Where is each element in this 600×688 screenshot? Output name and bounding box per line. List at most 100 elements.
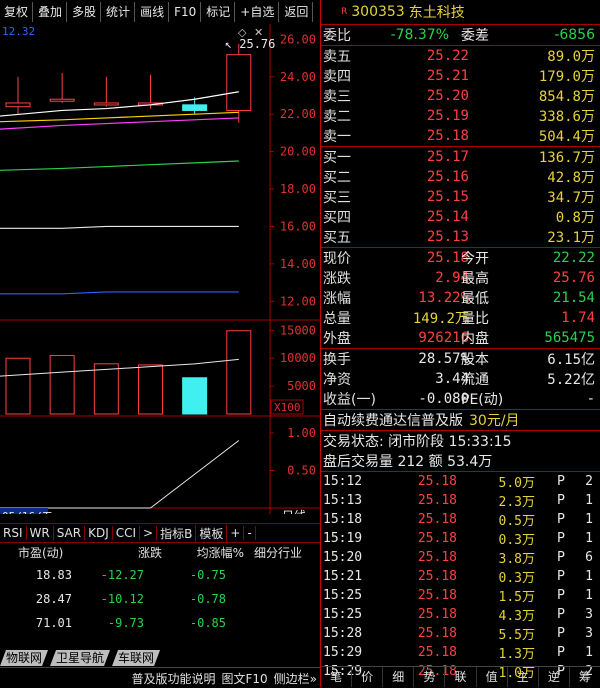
stat-label: 今开 [461, 251, 489, 267]
book-volume: 34.7万 [547, 190, 595, 206]
stat-label: PE(动) [461, 392, 504, 408]
indicator-tab[interactable]: WR [27, 526, 54, 540]
tick-count: 1 [585, 512, 593, 527]
book-volume: 89.0万 [547, 49, 595, 65]
kline-chart-area[interactable]: 12.32 ◇ ✕ 26.00 24.00 22.00 20.00 18.00 16.00 14.… [0, 24, 320, 523]
date-label: 05/16/五 [2, 510, 53, 514]
kline-chart[interactable]: 12.32 ◇ ✕ 26.0024.0022.0020.0018.0016.0014.… [0, 24, 320, 523]
stat-value: 6.15亿 [547, 352, 595, 368]
stat-label: 股本 [461, 352, 489, 368]
status-item[interactable]: 图文F10 [218, 670, 270, 687]
indicator-tab[interactable]: 指标B [157, 524, 197, 542]
toolbar-button[interactable]: 多股 [68, 2, 102, 22]
promo-row[interactable]: 自动续费通达信普及版 30元/月 [321, 409, 600, 430]
tick-count: 1 [585, 531, 593, 546]
volume-axis-label: 10000 [280, 351, 316, 365]
stat-label: 涨幅 [323, 291, 351, 307]
sector-tab[interactable]: 车联网 [112, 650, 160, 666]
change-value: -9.73 [107, 616, 144, 630]
period-label: 日线 [282, 509, 306, 514]
header-avg-change[interactable]: 均涨幅% [162, 544, 244, 561]
toolbar-button[interactable]: 叠加 [34, 2, 68, 22]
tick-row: 15:12 25.18 5.0万 P 2 [321, 472, 600, 491]
stock-list: 市盈(动) 涨跌 均涨幅% 细分行业 18.83 -12.27 -0.75 28.47… [0, 541, 320, 635]
tick-row: 15:19 25.18 0.3万 P 1 [321, 529, 600, 548]
indicator-tab[interactable]: KDJ [85, 526, 113, 540]
promo-price[interactable]: 30元/月 [469, 410, 520, 430]
indicator-tab[interactable]: > [140, 526, 158, 540]
right-nav-tab[interactable]: 价 [352, 667, 384, 687]
stock-code: 300353 [351, 4, 405, 20]
tick-count: 2 [585, 474, 593, 489]
toolbar-button[interactable]: 复权 [0, 2, 34, 22]
toolbar-button[interactable]: 标记 [202, 2, 236, 22]
promo-text[interactable]: 自动续费通达信普及版 [321, 410, 463, 430]
status-item[interactable]: 普及版功能说明 [128, 670, 218, 687]
ma-line [0, 291, 239, 295]
stock-name: 东土科技 [408, 5, 465, 21]
table-row[interactable]: 18.83 -12.27 -0.75 [0, 563, 320, 587]
stat-value: 3.44 [435, 371, 469, 387]
change-value: -12.27 [100, 568, 144, 582]
right-nav-tab[interactable]: 筹 [570, 667, 600, 687]
indicator-tab[interactable]: RSI [0, 526, 27, 540]
stat-value: 926216 [418, 330, 469, 346]
tick-list: 15:12 25.18 5.0万 P 2 15:13 25.18 2.3万 P 1 15:18 25.… [321, 471, 600, 681]
tick-volume: 2.3万 [498, 495, 535, 510]
toolbar-button[interactable]: 返回 [280, 2, 314, 22]
book-price: 25.21 [426, 68, 469, 84]
right-nav-tab[interactable]: 细 [383, 667, 415, 687]
toolbar-button[interactable]: 画线 [136, 2, 170, 22]
fundamental-stats: 换手 28.57% 股本 6.15亿 净资 3.44 流通 5.22亿 收益(一) -0.080 P… [321, 348, 600, 409]
ma-line [0, 91, 239, 117]
chart-toolbar: 复权 叠加 多股 统计 画线 F10 标记 +自选 返回 [0, 0, 320, 24]
indicator-line [150, 440, 240, 509]
toolbar-button[interactable]: 统计 [102, 2, 136, 22]
tick-price: 25.18 [417, 588, 457, 603]
right-nav-tab[interactable]: 势 [414, 667, 446, 687]
book-price: 25.22 [426, 48, 469, 64]
status-bar: 普及版功能说明 图文F10 侧边栏» [0, 667, 320, 688]
right-nav-tab[interactable]: 逆 [539, 667, 570, 687]
sector-tab[interactable]: 物联网 [0, 650, 48, 666]
toolbar-button[interactable]: +自选 [236, 2, 280, 22]
book-price: 25.18 [426, 128, 469, 144]
header-industry[interactable]: 细分行业 [244, 544, 302, 561]
toolbar-button[interactable]: F10 [170, 2, 202, 22]
volume-bar [49, 354, 75, 415]
header-pe[interactable]: 市盈(动) [0, 544, 90, 561]
stat-label: 最高 [461, 271, 489, 287]
sector-tab[interactable]: 卫星导航 [50, 650, 110, 666]
tick-price: 25.18 [417, 607, 457, 622]
tick-count: 1 [585, 493, 593, 508]
stat-value: 21.54 [552, 290, 595, 306]
indicator-tab[interactable]: SAR [54, 526, 86, 540]
right-nav-tab[interactable]: 值 [477, 667, 508, 687]
order-book-row: 买二 25.16 42.8万 [321, 167, 600, 187]
price-axis-label: 16.00 [280, 219, 316, 233]
stat-label: 最低 [461, 291, 489, 307]
tick-price: 25.18 [417, 626, 457, 641]
right-nav-tab[interactable]: 主 [508, 667, 539, 687]
book-price: 25.17 [426, 149, 469, 165]
stat-value: 149.2万 [412, 311, 469, 327]
tick-time: 15:12 [323, 474, 363, 489]
price-axis-label: 20.00 [280, 145, 316, 159]
avg-change-value: -0.75 [189, 568, 226, 582]
candle-body [5, 102, 31, 108]
table-row[interactable]: 71.01 -9.73 -0.85 [0, 611, 320, 635]
status-item[interactable]: 侧边栏» [271, 670, 320, 687]
stat-value: 565475 [544, 330, 595, 346]
pe-value: 28.47 [35, 592, 72, 606]
table-row[interactable]: 28.47 -10.12 -0.78 [0, 587, 320, 611]
right-nav-tab[interactable]: 笔 [321, 667, 353, 687]
pe-value: 71.01 [35, 616, 72, 630]
right-nav-tab[interactable]: 联 [445, 667, 477, 687]
indicator-tab[interactable]: + [227, 526, 245, 540]
header-change[interactable]: 涨跌 [90, 544, 162, 561]
indicator-tab[interactable]: - [244, 526, 256, 540]
ma-line [0, 111, 239, 123]
indicator-tab[interactable]: 模板 [196, 524, 228, 542]
volume-axis-label: 15000 [280, 323, 316, 337]
indicator-tab[interactable]: CCI [113, 526, 141, 540]
